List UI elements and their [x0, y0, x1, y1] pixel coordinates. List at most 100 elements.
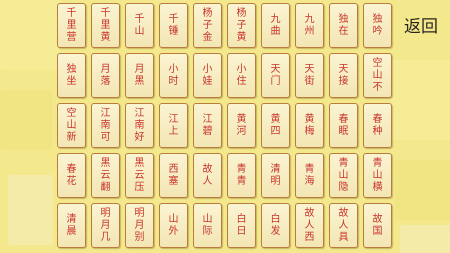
word-card[interactable]: 故人 [193, 153, 222, 198]
word-card[interactable]: 明月几 [91, 203, 120, 248]
card-character: 南 [100, 119, 111, 131]
card-character: 白 [270, 213, 281, 225]
word-card[interactable]: 黑云压 [125, 153, 154, 198]
word-card[interactable]: 故人西 [295, 203, 324, 248]
card-grid: 千里营千里黄千山千锤杨子金杨子黄九曲九州独在独吟独坐月落月黑小时小娃小住天门天街… [57, 3, 392, 248]
card-character: 青 [304, 163, 315, 175]
card-character: 黄 [270, 113, 281, 125]
card-character: 小 [202, 63, 213, 75]
word-card[interactable]: 小时 [159, 53, 188, 98]
word-card[interactable]: 月落 [91, 53, 120, 98]
word-card[interactable]: 空山新 [57, 103, 86, 148]
word-card[interactable]: 山外 [159, 203, 188, 248]
card-character: 月 [100, 219, 111, 231]
word-card[interactable]: 天门 [261, 53, 290, 98]
word-card[interactable]: 清明 [261, 153, 290, 198]
card-character: 日 [236, 225, 247, 237]
card-character: 翻 [100, 181, 111, 193]
word-card[interactable]: 千里黄 [91, 3, 120, 48]
card-character: 别 [134, 231, 145, 243]
word-card[interactable]: 独在 [329, 3, 358, 48]
card-character: 黄 [304, 113, 315, 125]
card-character: 河 [236, 125, 247, 137]
card-character: 云 [134, 169, 145, 181]
card-character: 里 [66, 19, 77, 31]
card-character: 江 [134, 107, 145, 119]
word-card[interactable]: 白发 [261, 203, 290, 248]
word-card[interactable]: 青山隐 [329, 153, 358, 198]
word-card[interactable]: 江南好 [125, 103, 154, 148]
back-button[interactable]: 返回 [398, 16, 444, 38]
word-card[interactable]: 小住 [227, 53, 256, 98]
word-card[interactable]: 千山 [125, 3, 154, 48]
word-card[interactable]: 青青 [227, 153, 256, 198]
word-card[interactable]: 江南可 [91, 103, 120, 148]
card-character: 千 [134, 13, 145, 25]
word-card[interactable]: 黄梅 [295, 103, 324, 148]
card-character: 山 [372, 69, 383, 81]
word-card[interactable]: 青山横 [363, 153, 392, 198]
word-card[interactable]: 白日 [227, 203, 256, 248]
word-card[interactable]: 杨子金 [193, 3, 222, 48]
word-card[interactable]: 九曲 [261, 3, 290, 48]
card-character: 发 [270, 225, 281, 237]
word-card[interactable]: 清晨 [57, 203, 86, 248]
word-card[interactable]: 江上 [159, 103, 188, 148]
card-character: 上 [168, 125, 179, 137]
card-character: 种 [372, 125, 383, 137]
word-card[interactable]: 春眠 [329, 103, 358, 148]
word-card[interactable]: 天接 [329, 53, 358, 98]
card-character: 营 [66, 31, 77, 43]
word-card[interactable]: 黄四 [261, 103, 290, 148]
word-card[interactable]: 山际 [193, 203, 222, 248]
card-character: 江 [202, 113, 213, 125]
card-character: 月 [134, 219, 145, 231]
card-character: 国 [372, 225, 383, 237]
card-character: 吟 [372, 25, 383, 37]
word-card[interactable]: 春种 [363, 103, 392, 148]
word-card[interactable]: 杨子黄 [227, 3, 256, 48]
word-card[interactable]: 黄河 [227, 103, 256, 148]
word-card[interactable]: 千里营 [57, 3, 86, 48]
card-character: 春 [66, 163, 77, 175]
card-character: 杨 [202, 7, 213, 19]
card-character: 黄 [236, 113, 247, 125]
word-card[interactable]: 黑云翻 [91, 153, 120, 198]
word-card[interactable]: 独吟 [363, 3, 392, 48]
card-character: 好 [134, 131, 145, 143]
card-character: 接 [338, 75, 349, 87]
word-card[interactable]: 月黑 [125, 53, 154, 98]
card-character: 花 [66, 175, 77, 187]
card-character: 江 [168, 113, 179, 125]
word-card[interactable]: 江碧 [193, 103, 222, 148]
card-character: 落 [100, 75, 111, 87]
word-card[interactable]: 明月别 [125, 203, 154, 248]
card-character: 独 [372, 13, 383, 25]
card-character: 碧 [202, 125, 213, 137]
word-card[interactable]: 西塞 [159, 153, 188, 198]
card-character: 塞 [168, 175, 179, 187]
word-card[interactable]: 空山不 [363, 53, 392, 98]
word-card[interactable]: 故国 [363, 203, 392, 248]
word-card[interactable]: 青海 [295, 153, 324, 198]
card-character: 山 [66, 119, 77, 131]
word-card[interactable]: 天街 [295, 53, 324, 98]
card-character: 故 [304, 207, 315, 219]
card-character: 可 [100, 131, 111, 143]
word-card[interactable]: 千锤 [159, 3, 188, 48]
card-character: 青 [236, 163, 247, 175]
card-character: 故 [338, 207, 349, 219]
word-card[interactable]: 九州 [295, 3, 324, 48]
card-character: 几 [100, 231, 111, 243]
card-character: 九 [304, 13, 315, 25]
card-character: 春 [338, 113, 349, 125]
card-character: 山 [134, 25, 145, 37]
card-character: 里 [100, 19, 111, 31]
card-character: 住 [236, 75, 247, 87]
card-character: 不 [372, 81, 383, 93]
word-card[interactable]: 春花 [57, 153, 86, 198]
word-card[interactable]: 故人具 [329, 203, 358, 248]
word-card[interactable]: 小娃 [193, 53, 222, 98]
card-character: 际 [202, 225, 213, 237]
word-card[interactable]: 独坐 [57, 53, 86, 98]
